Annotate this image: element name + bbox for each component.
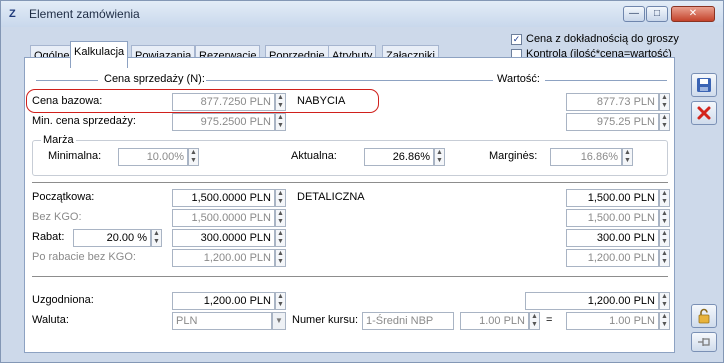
uzgodniona-label: Uzgodniona: <box>32 294 94 306</box>
cena-bazowa-wartosc-spinner[interactable]: ▲ ▼ <box>659 93 670 111</box>
bez-kgo-label: Bez KGO: <box>32 211 82 223</box>
title-bar: Z Element zamówienia — □ ✕ <box>1 1 723 27</box>
poczatkowa-label: Początkowa: <box>32 191 95 203</box>
min-cena-label: Min. cena sprzedaży: <box>32 115 136 127</box>
uzgodniona-spinner[interactable]: ▲ ▼ <box>275 292 286 310</box>
close-button[interactable]: ✕ <box>671 6 715 22</box>
min-cena-wartosc[interactable]: 975.25 PLN <box>566 113 659 131</box>
rabat-field[interactable]: 300.0000 PLN <box>172 229 275 247</box>
uzgodniona-field[interactable]: 1,200.00 PLN <box>172 292 275 310</box>
cena-bazowa-label: Cena bazowa: <box>32 95 103 107</box>
cena-bazowa-wartosc[interactable]: 877.73 PLN <box>566 93 659 111</box>
maximize-button[interactable]: □ <box>646 6 668 22</box>
check-icon: ✓ <box>511 33 522 45</box>
cancel-button[interactable] <box>691 101 717 125</box>
chevron-down-icon[interactable]: ▼ <box>272 312 286 330</box>
uzgodniona-wartosc[interactable]: 1,200.00 PLN <box>525 292 659 310</box>
numer-kursu-field[interactable]: 1-Średni NBP <box>362 312 454 330</box>
element-zamowienia-window: Z Element zamówienia — □ ✕ Ogólne Kalkul… <box>0 0 724 363</box>
marza-margines-field[interactable]: 16.86% <box>550 148 622 166</box>
cancel-icon <box>697 106 711 120</box>
lock-button[interactable] <box>691 304 717 328</box>
po-rabacie-wartosc-spinner[interactable]: ▲ ▼ <box>659 249 670 267</box>
cena-bazowa-type: NABYCIA <box>297 95 346 107</box>
marza-margines-spinner[interactable]: ▲ ▼ <box>622 148 633 166</box>
bez-kgo-field[interactable]: 1,500.0000 PLN <box>172 209 275 227</box>
min-cena-spinner[interactable]: ▲ ▼ <box>275 113 286 131</box>
marza-aktualna-field[interactable]: 26.86% <box>364 148 434 166</box>
poczatkowa-wartosc[interactable]: 1,500.00 PLN <box>566 189 659 207</box>
equals-sign: = <box>546 314 553 326</box>
wartosc-header: Wartość: <box>497 73 540 85</box>
rabat-percent-field[interactable]: 20.00 % <box>73 229 151 247</box>
kurs-result-spinner[interactable]: ▲ ▼ <box>659 312 670 330</box>
lock-icon <box>698 308 710 324</box>
cena-sprzedazy-header: Cena sprzedaży (N): <box>104 73 205 85</box>
rabat-wartosc[interactable]: 300.00 PLN <box>566 229 659 247</box>
kurs-rate-spinner[interactable]: ▲ ▼ <box>529 312 540 330</box>
pin-button[interactable] <box>691 332 717 352</box>
marza-minimalna-field[interactable]: 10.00% <box>118 148 188 166</box>
marza-aktualna-label: Aktualna: <box>291 150 337 162</box>
save-button[interactable] <box>691 73 717 97</box>
cena-bazowa-field[interactable]: 877.7250 PLN <box>172 93 275 111</box>
uzgodniona-wartosc-spinner[interactable]: ▲ ▼ <box>659 292 670 310</box>
rabat-wartosc-spinner[interactable]: ▲ ▼ <box>659 229 670 247</box>
waluta-label: Waluta: <box>32 314 69 326</box>
rabat-label: Rabat: <box>32 231 65 243</box>
tab-kalkulacja[interactable]: Kalkulacja <box>70 41 129 68</box>
po-rabacie-label: Po rabacie bez KGO: <box>32 251 136 263</box>
marza-minimalna-spinner[interactable]: ▲ ▼ <box>188 148 199 166</box>
marza-minimalna-label: Minimalna: <box>48 150 102 162</box>
marza-margines-label: Marginės: <box>489 150 538 162</box>
rabat-percent-spinner[interactable]: ▲ ▼ <box>151 229 162 247</box>
rabat-spinner[interactable]: ▲ ▼ <box>275 229 286 247</box>
save-icon <box>697 78 711 92</box>
bez-kgo-spinner[interactable]: ▲ ▼ <box>275 209 286 227</box>
marza-title: Marża <box>41 134 76 147</box>
kurs-result-field[interactable]: 1.00 PLN <box>566 312 659 330</box>
min-cena-wartosc-spinner[interactable]: ▲ ▼ <box>659 113 670 131</box>
poczatkowa-spinner[interactable]: ▲ ▼ <box>275 189 286 207</box>
marza-aktualna-spinner[interactable]: ▲ ▼ <box>434 148 445 166</box>
window-title: Element zamówienia <box>29 7 140 21</box>
waluta-select[interactable]: PLN <box>172 312 272 330</box>
minimize-button[interactable]: — <box>623 6 645 22</box>
cena-bazowa-spinner[interactable]: ▲ ▼ <box>275 93 286 111</box>
kurs-rate-field[interactable]: 1.00 PLN <box>460 312 529 330</box>
numer-kursu-label: Numer kursu: <box>292 314 359 326</box>
poczatkowa-field[interactable]: 1,500.0000 PLN <box>172 189 275 207</box>
po-rabacie-field[interactable]: 1,200.00 PLN <box>172 249 275 267</box>
po-rabacie-spinner[interactable]: ▲ ▼ <box>275 249 286 267</box>
app-icon: Z <box>9 8 16 20</box>
po-rabacie-wartosc[interactable]: 1,200.00 PLN <box>566 249 659 267</box>
poczatkowa-type: DETALICZNA <box>297 191 365 203</box>
bez-kgo-wartosc[interactable]: 1,500.00 PLN <box>566 209 659 227</box>
poczatkowa-wartosc-spinner[interactable]: ▲ ▼ <box>659 189 670 207</box>
min-cena-field[interactable]: 975.2500 PLN <box>172 113 275 131</box>
cena-dokladnosc-checkbox[interactable]: ✓ Cena z dokładnością do groszy <box>511 33 679 45</box>
pin-icon <box>698 338 710 346</box>
bez-kgo-wartosc-spinner[interactable]: ▲ ▼ <box>659 209 670 227</box>
